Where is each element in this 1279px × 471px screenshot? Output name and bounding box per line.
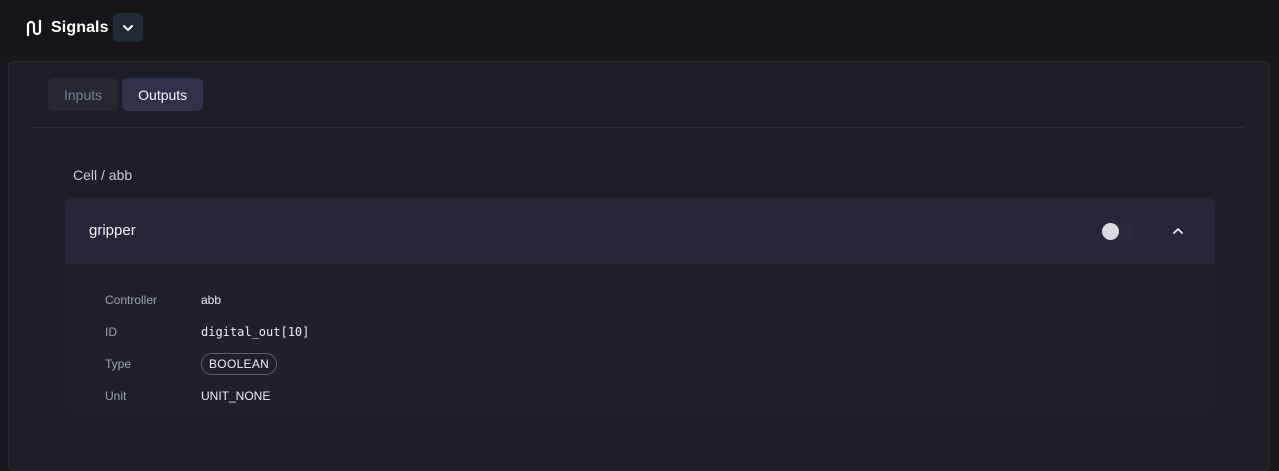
detail-key: ID	[105, 325, 117, 339]
signal-wave-icon	[25, 18, 45, 38]
collapse-button[interactable]	[1167, 220, 1189, 242]
detail-key: Controller	[105, 293, 158, 307]
chevron-down-icon	[121, 21, 135, 35]
signal-details: Controller abb ID digital_out[10] Type B…	[105, 284, 309, 412]
detail-value: digital_out[10]	[201, 325, 310, 339]
detail-row-unit: Unit UNIT_NONE	[105, 380, 309, 412]
group-label: Cell / abb	[73, 167, 133, 183]
detail-value: UNIT_NONE	[201, 389, 271, 403]
detail-key: Unit	[105, 389, 127, 403]
signals-dropdown-button[interactable]	[113, 13, 143, 42]
top-bar: Signals	[0, 0, 1279, 56]
detail-row-controller: Controller abb	[105, 284, 309, 316]
tab-inputs[interactable]: Inputs	[48, 78, 119, 111]
tab-divider	[32, 127, 1244, 128]
detail-key: Type	[105, 357, 132, 371]
signal-toggle[interactable]	[1101, 223, 1135, 240]
tab-outputs[interactable]: Outputs	[122, 78, 204, 111]
detail-value: abb	[201, 293, 222, 307]
detail-row-id: ID digital_out[10]	[105, 316, 309, 348]
tab-bar: Inputs Outputs	[48, 78, 204, 111]
detail-row-type: Type BOOLEAN	[105, 348, 309, 380]
page-title: Signals	[51, 19, 109, 36]
signal-card-header[interactable]: gripper	[65, 198, 1215, 264]
type-badge: BOOLEAN	[201, 353, 278, 375]
signal-card: gripper Controller abb ID digital_out[10…	[65, 198, 1215, 413]
app-title: Signals	[25, 14, 109, 42]
chevron-up-icon	[1171, 224, 1185, 238]
toggle-knob	[1102, 223, 1119, 240]
signal-name: gripper	[89, 222, 136, 239]
signals-panel: Inputs Outputs Cell / abb gripper Contro…	[8, 61, 1270, 471]
